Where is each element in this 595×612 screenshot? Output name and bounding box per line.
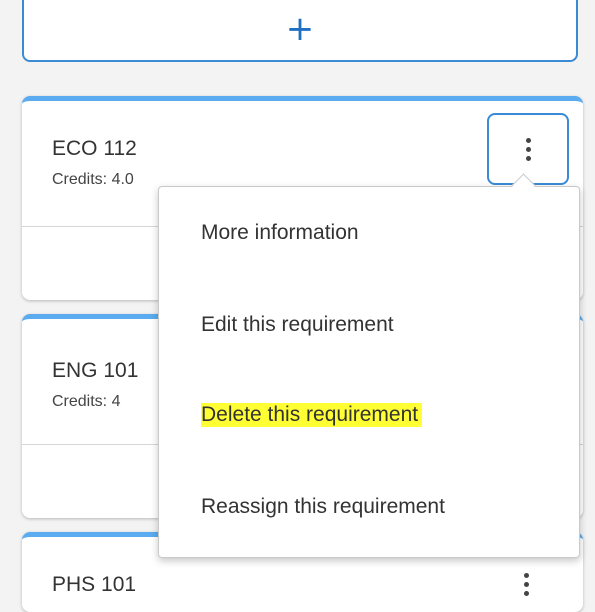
options-menu: More information Edit this requirement D…: [158, 186, 580, 558]
course-credits: Credits: 4: [52, 393, 121, 410]
more-options-button[interactable]: [487, 113, 569, 185]
course-code: ECO 112: [52, 137, 137, 160]
course-credits: Credits: 4.0: [52, 171, 134, 188]
course-code: ENG 101: [52, 359, 139, 382]
menu-item-reassign-requirement[interactable]: Reassign this requirement: [201, 495, 445, 519]
plus-icon: +: [285, 9, 315, 49]
add-requirement-button[interactable]: +: [22, 0, 578, 62]
kebab-icon[interactable]: [524, 573, 529, 596]
menu-item-edit-requirement[interactable]: Edit this requirement: [201, 313, 394, 337]
menu-item-delete-requirement[interactable]: Delete this requirement: [201, 403, 423, 427]
menu-item-more-information[interactable]: More information: [201, 221, 359, 245]
kebab-icon: [525, 137, 531, 161]
course-code: PHS 101: [52, 573, 137, 596]
